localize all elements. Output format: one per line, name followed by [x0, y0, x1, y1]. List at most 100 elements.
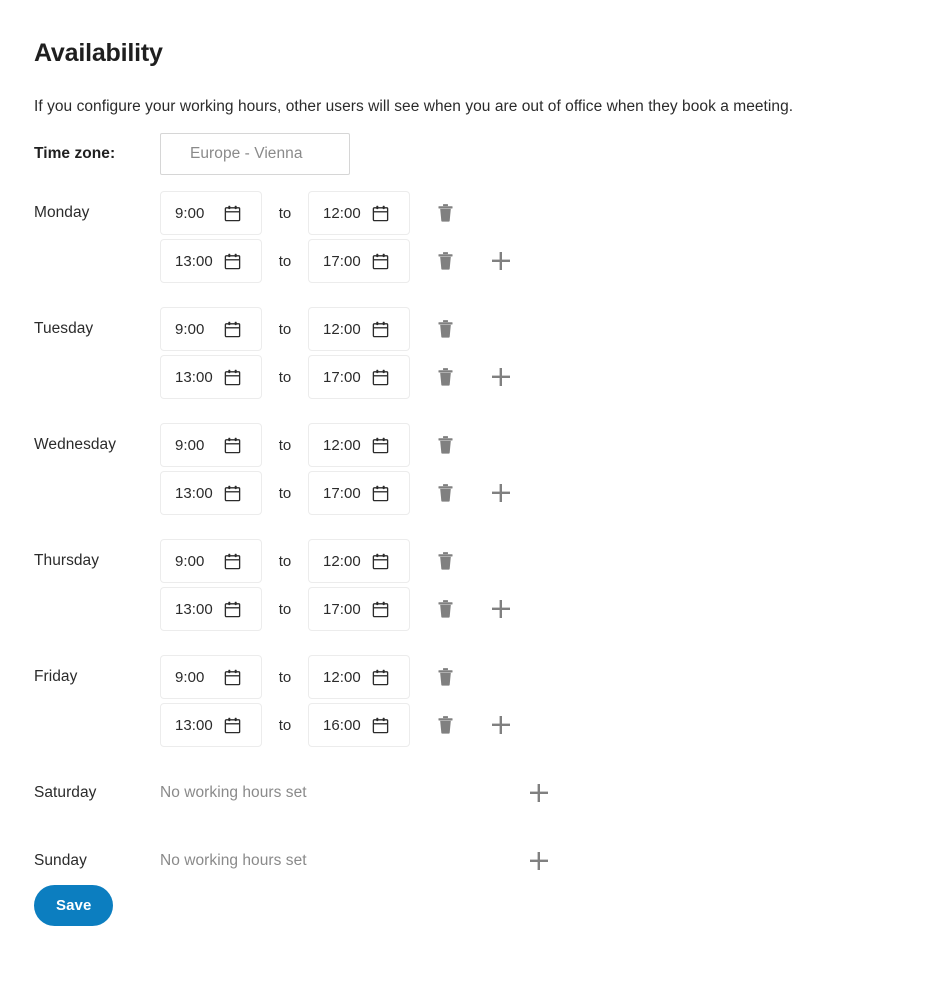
end-time-input[interactable]: 12:00	[308, 423, 410, 467]
end-time-value: 16:00	[323, 716, 361, 734]
trash-icon[interactable]	[428, 428, 462, 462]
start-time-value: 13:00	[175, 368, 213, 386]
save-row: Save	[34, 883, 947, 926]
end-time-input[interactable]: 16:00	[308, 703, 410, 747]
time-slot: 13:00 to 17:00	[160, 355, 518, 399]
end-time-value: 12:00	[323, 436, 361, 454]
calendar-icon[interactable]	[215, 244, 249, 278]
empty-day-slot: No working hours set	[160, 771, 556, 815]
day-label: Saturday	[34, 784, 97, 801]
time-slot: 9:00 to 12:00	[160, 655, 518, 699]
start-time-input[interactable]: 9:00	[160, 655, 262, 699]
start-time-value: 9:00	[175, 320, 205, 338]
plus-icon[interactable]	[522, 776, 556, 810]
calendar-icon[interactable]	[215, 312, 249, 346]
day-label: Sunday	[34, 852, 87, 869]
calendar-icon[interactable]	[363, 476, 397, 510]
start-time-value: 9:00	[175, 436, 205, 454]
end-time-input[interactable]: 17:00	[308, 587, 410, 631]
day-row-thursday: Thursday 9:00 to 12:00 13:00 to 17:00	[34, 539, 947, 631]
calendar-icon[interactable]	[363, 544, 397, 578]
to-label: to	[278, 600, 292, 618]
calendar-icon[interactable]	[363, 592, 397, 626]
to-label: to	[278, 552, 292, 570]
trash-icon[interactable]	[428, 660, 462, 694]
time-slot-list: 9:00 to 12:00 13:00 to 16:00	[160, 655, 518, 747]
start-time-input[interactable]: 9:00	[160, 539, 262, 583]
to-label: to	[278, 320, 292, 338]
to-label: to	[278, 204, 292, 222]
calendar-icon[interactable]	[363, 428, 397, 462]
trash-icon[interactable]	[428, 360, 462, 394]
calendar-icon[interactable]	[215, 592, 249, 626]
to-label: to	[278, 368, 292, 386]
plus-icon[interactable]	[484, 244, 518, 278]
calendar-icon[interactable]	[215, 360, 249, 394]
save-button[interactable]: Save	[34, 885, 114, 926]
trash-icon[interactable]	[428, 476, 462, 510]
to-label: to	[278, 484, 292, 502]
end-time-input[interactable]: 12:00	[308, 307, 410, 351]
day-label: Tuesday	[34, 320, 94, 337]
trash-icon[interactable]	[428, 592, 462, 626]
day-label: Monday	[34, 204, 90, 221]
start-time-input[interactable]: 13:00	[160, 239, 262, 283]
time-slot: 9:00 to 12:00	[160, 539, 518, 583]
no-hours-text: No working hours set	[160, 852, 307, 869]
trash-icon[interactable]	[428, 708, 462, 742]
start-time-input[interactable]: 9:00	[160, 307, 262, 351]
calendar-icon[interactable]	[363, 660, 397, 694]
start-time-value: 9:00	[175, 204, 205, 222]
start-time-input[interactable]: 13:00	[160, 355, 262, 399]
start-time-value: 9:00	[175, 668, 205, 686]
page-title: Availability	[34, 39, 163, 67]
trash-icon[interactable]	[428, 196, 462, 230]
calendar-icon[interactable]	[363, 244, 397, 278]
plus-icon[interactable]	[484, 360, 518, 394]
plus-icon[interactable]	[522, 844, 556, 878]
calendar-icon[interactable]	[215, 544, 249, 578]
calendar-icon[interactable]	[363, 312, 397, 346]
time-slot-list: 9:00 to 12:00 13:00 to 17:00	[160, 539, 518, 631]
start-time-value: 9:00	[175, 552, 205, 570]
plus-icon[interactable]	[484, 476, 518, 510]
day-label: Wednesday	[34, 436, 117, 453]
end-time-value: 12:00	[323, 320, 361, 338]
end-time-input[interactable]: 17:00	[308, 355, 410, 399]
end-time-value: 17:00	[323, 252, 361, 270]
day-label: Thursday	[34, 552, 100, 569]
plus-icon[interactable]	[484, 592, 518, 626]
start-time-input[interactable]: 9:00	[160, 191, 262, 235]
day-row-saturday: Saturday No working hours set	[34, 771, 947, 815]
end-time-input[interactable]: 12:00	[308, 539, 410, 583]
start-time-input[interactable]: 13:00	[160, 471, 262, 515]
end-time-input[interactable]: 12:00	[308, 191, 410, 235]
time-slot-list: 9:00 to 12:00 13:00 to 17:00	[160, 307, 518, 399]
trash-icon[interactable]	[428, 244, 462, 278]
calendar-icon[interactable]	[215, 196, 249, 230]
end-time-value: 17:00	[323, 368, 361, 386]
calendar-icon[interactable]	[363, 708, 397, 742]
calendar-icon[interactable]	[363, 360, 397, 394]
start-time-input[interactable]: 13:00	[160, 703, 262, 747]
availability-page: Availability If you configure your worki…	[0, 0, 947, 992]
end-time-input[interactable]: 17:00	[308, 471, 410, 515]
content-area: Availability If you configure your worki…	[0, 0, 947, 926]
plus-icon[interactable]	[484, 708, 518, 742]
calendar-icon[interactable]	[215, 428, 249, 462]
trash-icon[interactable]	[428, 544, 462, 578]
trash-icon[interactable]	[428, 312, 462, 346]
time-slot: 13:00 to 16:00	[160, 703, 518, 747]
start-time-input[interactable]: 13:00	[160, 587, 262, 631]
calendar-icon[interactable]	[215, 660, 249, 694]
to-label: to	[278, 436, 292, 454]
calendar-icon[interactable]	[363, 196, 397, 230]
end-time-input[interactable]: 12:00	[308, 655, 410, 699]
timezone-input[interactable]: Europe - Vienna	[160, 132, 350, 175]
end-time-value: 12:00	[323, 552, 361, 570]
calendar-icon[interactable]	[215, 476, 249, 510]
end-time-input[interactable]: 17:00	[308, 239, 410, 283]
calendar-icon[interactable]	[215, 708, 249, 742]
start-time-input[interactable]: 9:00	[160, 423, 262, 467]
start-time-value: 13:00	[175, 600, 213, 618]
